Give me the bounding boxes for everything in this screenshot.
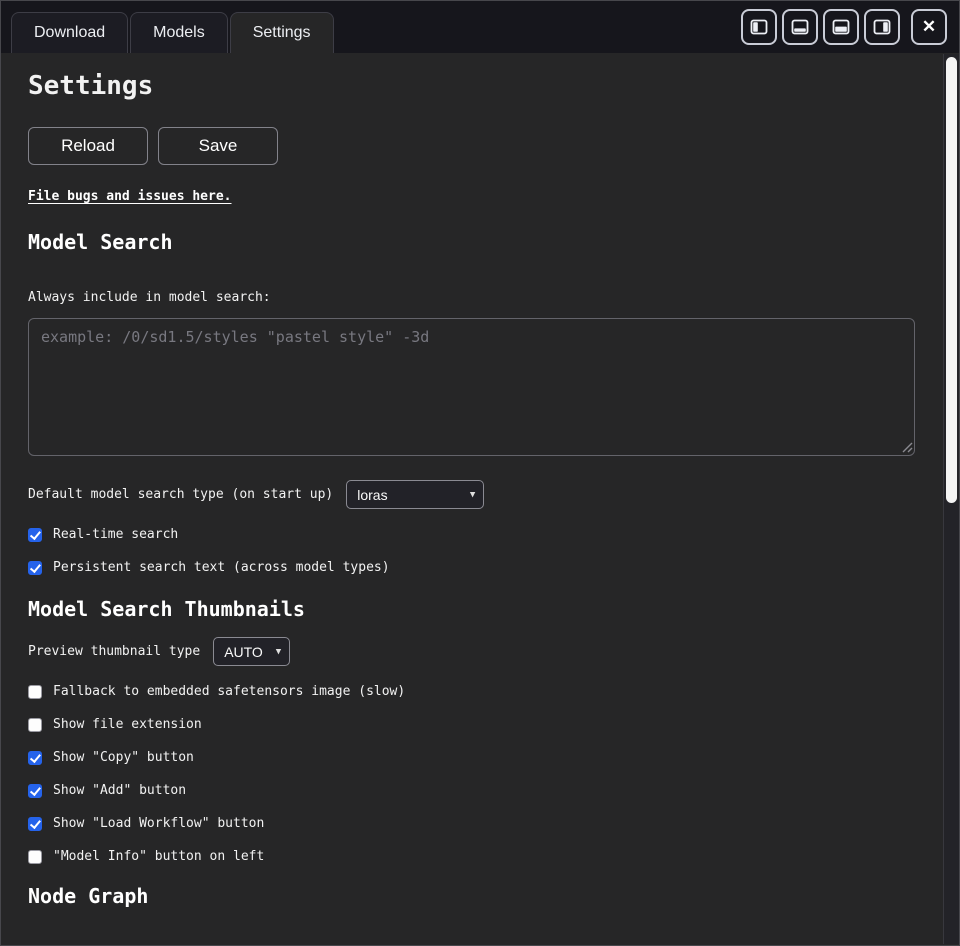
scrollbar[interactable] [943, 54, 959, 944]
app-window: Download Models Settings [0, 0, 960, 946]
action-buttons: Reload Save [28, 127, 915, 165]
checkbox-label: Persistent search text (across model typ… [53, 560, 390, 575]
search-include-textarea[interactable] [28, 318, 915, 456]
checkbox-row-persistent-search-text[interactable]: Persistent search text (across model typ… [28, 560, 915, 575]
always-include-label: Always include in model search: [28, 290, 915, 305]
search-include-field [28, 318, 915, 456]
default-search-type-row: Default model search type (on start up) … [28, 480, 915, 509]
checkbox-label: Show "Add" button [53, 783, 186, 798]
topbar: Download Models Settings [1, 1, 959, 53]
toggle-left-panel-button[interactable] [741, 9, 777, 45]
preview-thumbnail-type-select-wrap: AUTO ▼ [213, 637, 290, 666]
persistent-search-text-checkbox[interactable] [28, 561, 42, 575]
close-icon: ✕ [922, 17, 936, 37]
checkbox-row-fallback-safetensors[interactable]: Fallback to embedded safetensors image (… [28, 684, 915, 699]
default-search-type-select[interactable]: loras [346, 480, 484, 509]
checkbox-row-realtime-search[interactable]: Real-time search [28, 527, 915, 542]
window-controls: ✕ [741, 1, 959, 53]
checkbox-label: Show "Copy" button [53, 750, 194, 765]
panel-bottom-large-icon [832, 18, 850, 36]
checkbox-label: Show "Load Workflow" button [53, 816, 264, 831]
tab-download[interactable]: Download [11, 12, 128, 53]
default-search-type-label: Default model search type (on start up) [28, 487, 333, 502]
page-title: Settings [28, 71, 915, 101]
model-info-button-left-checkbox[interactable] [28, 850, 42, 864]
checkbox-row-model-info-button-left[interactable]: "Model Info" button on left [28, 849, 915, 864]
checkbox-row-show-load-workflow-button[interactable]: Show "Load Workflow" button [28, 816, 915, 831]
default-search-type-select-wrap: loras ▼ [346, 480, 484, 509]
show-add-button-checkbox[interactable] [28, 784, 42, 798]
checkbox-label: Fallback to embedded safetensors image (… [53, 684, 405, 699]
model-search-heading: Model Search [28, 230, 915, 254]
node-graph-heading: Node Graph [28, 884, 915, 908]
checkbox-row-show-file-extension[interactable]: Show file extension [28, 717, 915, 732]
fallback-safetensors-checkbox[interactable] [28, 685, 42, 699]
settings-content: Settings Reload Save File bugs and issue… [1, 71, 943, 908]
show-load-workflow-button-checkbox[interactable] [28, 817, 42, 831]
reload-button[interactable]: Reload [28, 127, 148, 165]
save-button[interactable]: Save [158, 127, 278, 165]
show-copy-button-checkbox[interactable] [28, 751, 42, 765]
checkbox-row-show-copy-button[interactable]: Show "Copy" button [28, 750, 915, 765]
tab-settings[interactable]: Settings [230, 12, 334, 53]
realtime-search-checkbox[interactable] [28, 528, 42, 542]
checkbox-label: Show file extension [53, 717, 202, 732]
settings-panel: Settings Reload Save File bugs and issue… [1, 53, 943, 945]
preview-thumbnail-type-row: Preview thumbnail type AUTO ▼ [28, 637, 915, 666]
panel-bottom-icon [791, 18, 809, 36]
tab-models[interactable]: Models [130, 12, 228, 53]
toggle-bottom-panel-large-button[interactable] [823, 9, 859, 45]
scrollbar-thumb[interactable] [946, 57, 957, 503]
checkbox-label: Real-time search [53, 527, 178, 542]
toggle-right-panel-button[interactable] [864, 9, 900, 45]
tab-bar: Download Models Settings [1, 1, 334, 53]
checkbox-label: "Model Info" button on left [53, 849, 264, 864]
panel-left-icon [750, 18, 768, 36]
file-bugs-link[interactable]: File bugs and issues here. [28, 189, 232, 204]
panel-right-icon [873, 18, 891, 36]
close-button[interactable]: ✕ [911, 9, 947, 45]
preview-thumbnail-type-label: Preview thumbnail type [28, 644, 200, 659]
thumbnails-heading: Model Search Thumbnails [28, 597, 915, 621]
preview-thumbnail-type-select[interactable]: AUTO [213, 637, 290, 666]
toggle-bottom-panel-button[interactable] [782, 9, 818, 45]
checkbox-row-show-add-button[interactable]: Show "Add" button [28, 783, 915, 798]
show-file-extension-checkbox[interactable] [28, 718, 42, 732]
